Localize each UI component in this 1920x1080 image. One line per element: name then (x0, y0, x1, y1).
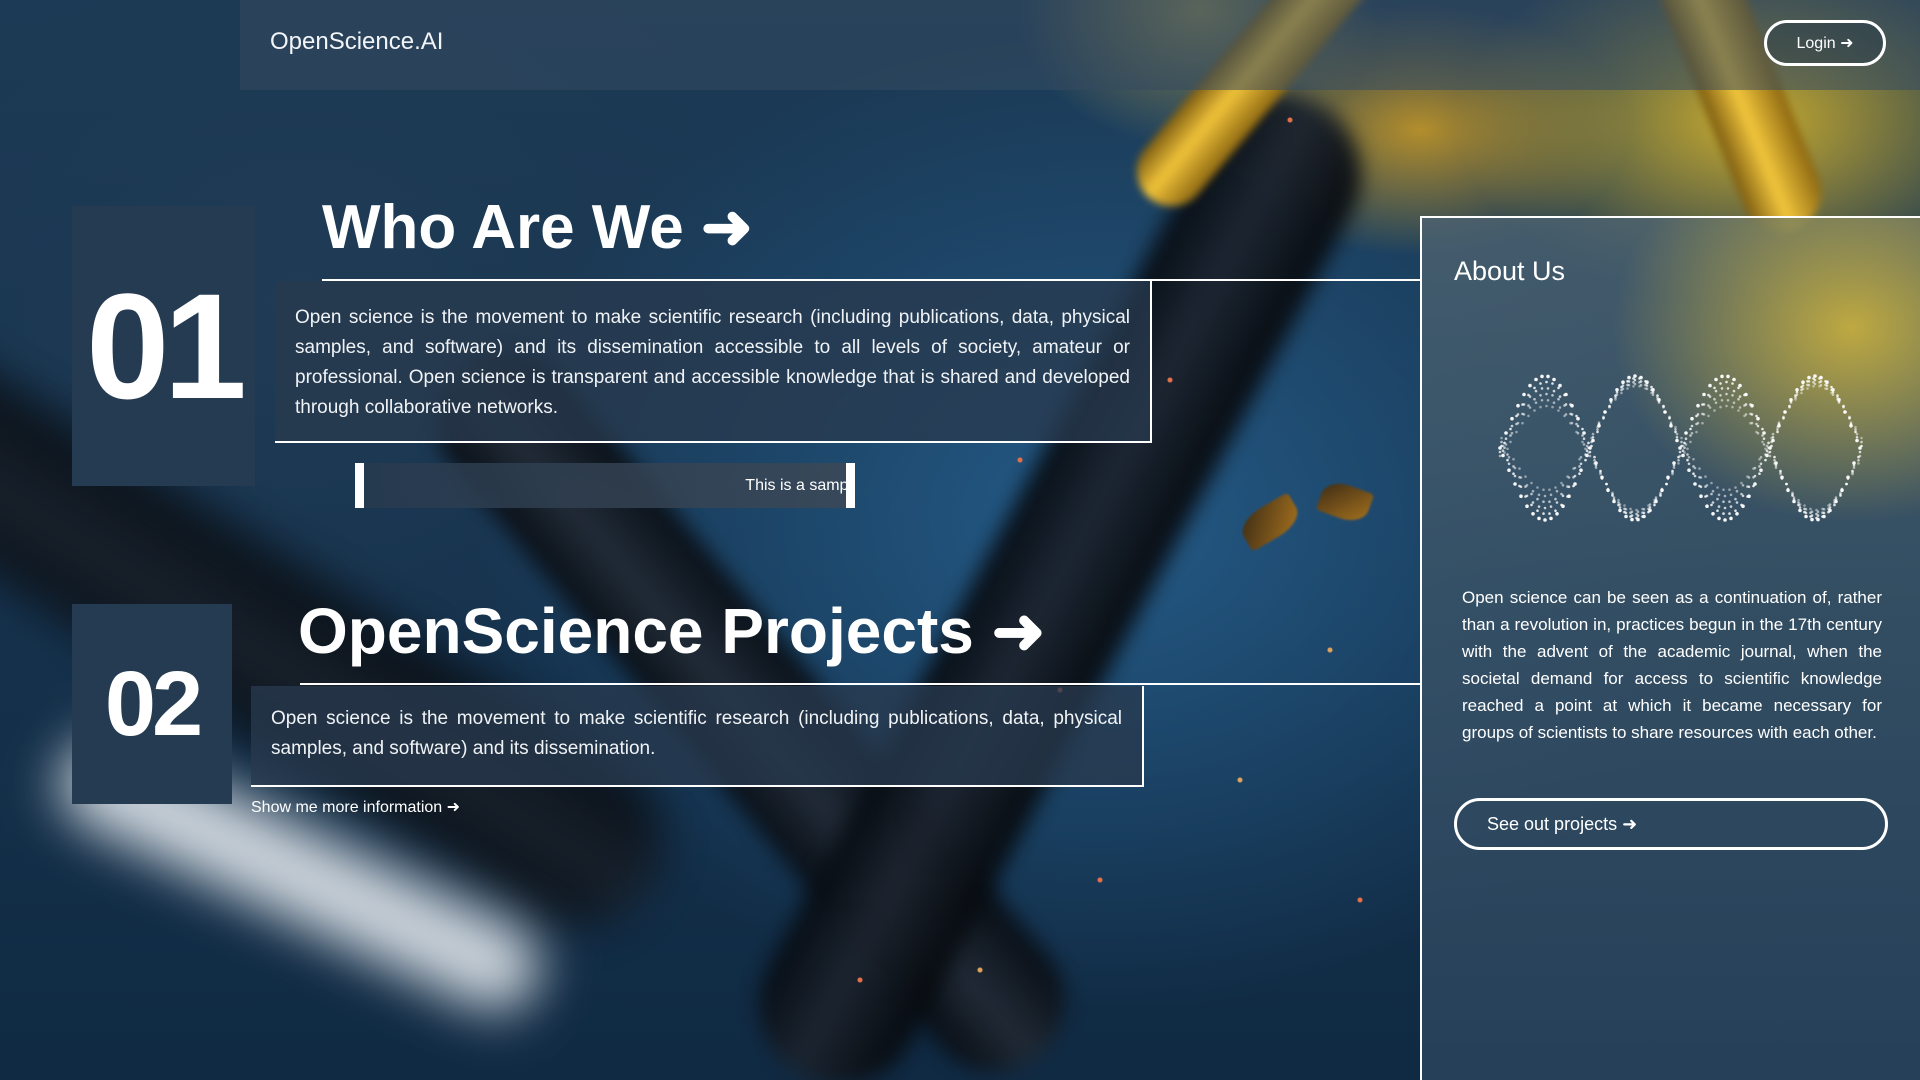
page: OpenScience.AI Login ➜ 01 Who Are We ➜ O… (0, 0, 1920, 1080)
sample-ticker: This is a sampl (355, 463, 855, 508)
section-divider (300, 683, 1422, 685)
login-button[interactable]: Login ➜ (1764, 20, 1886, 66)
ticker-text: This is a sampl (745, 476, 852, 494)
section-number-02: 02 (72, 604, 232, 804)
about-description: Open science can be seen as a continuati… (1462, 588, 1882, 742)
section-heading-projects[interactable]: OpenScience Projects ➜ (298, 594, 1045, 669)
section-heading-who-are-we[interactable]: Who Are We ➜ (322, 190, 753, 263)
section-number-01: 01 (72, 206, 255, 486)
see-projects-button[interactable]: See out projects ➜ (1454, 798, 1888, 850)
dotted-sine-wave-icon (1498, 374, 1863, 522)
top-navbar (240, 0, 1920, 90)
brand-logo[interactable]: OpenScience.AI (270, 28, 443, 56)
about-title: About Us (1454, 256, 1566, 286)
section-description: Open science is the movement to make sci… (251, 686, 1144, 787)
section-description: Open science is the movement to make sci… (275, 281, 1152, 443)
show-more-link[interactable]: Show me more information ➜ (251, 797, 460, 817)
about-panel: About Us Open science can be seen as a c… (1420, 216, 1920, 1080)
